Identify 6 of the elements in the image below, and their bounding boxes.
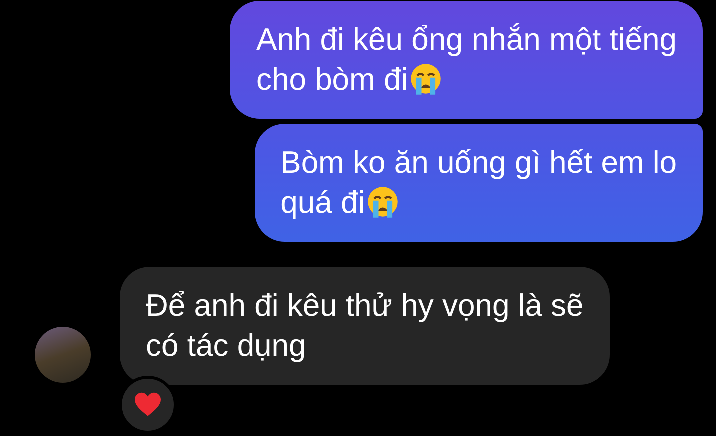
message-text: quá đi xyxy=(280,184,366,222)
message-text: Anh đi kêu ổng nhắn một tiếng xyxy=(256,21,677,59)
message-text: Bòm ko ăn uống gì hết em lo xyxy=(280,144,677,182)
message-text: Để anh đi kêu thử hy vọng là sẽ xyxy=(146,287,584,325)
message-text: cho bòm đi xyxy=(256,61,408,99)
message-text: có tác dụng xyxy=(146,327,306,365)
